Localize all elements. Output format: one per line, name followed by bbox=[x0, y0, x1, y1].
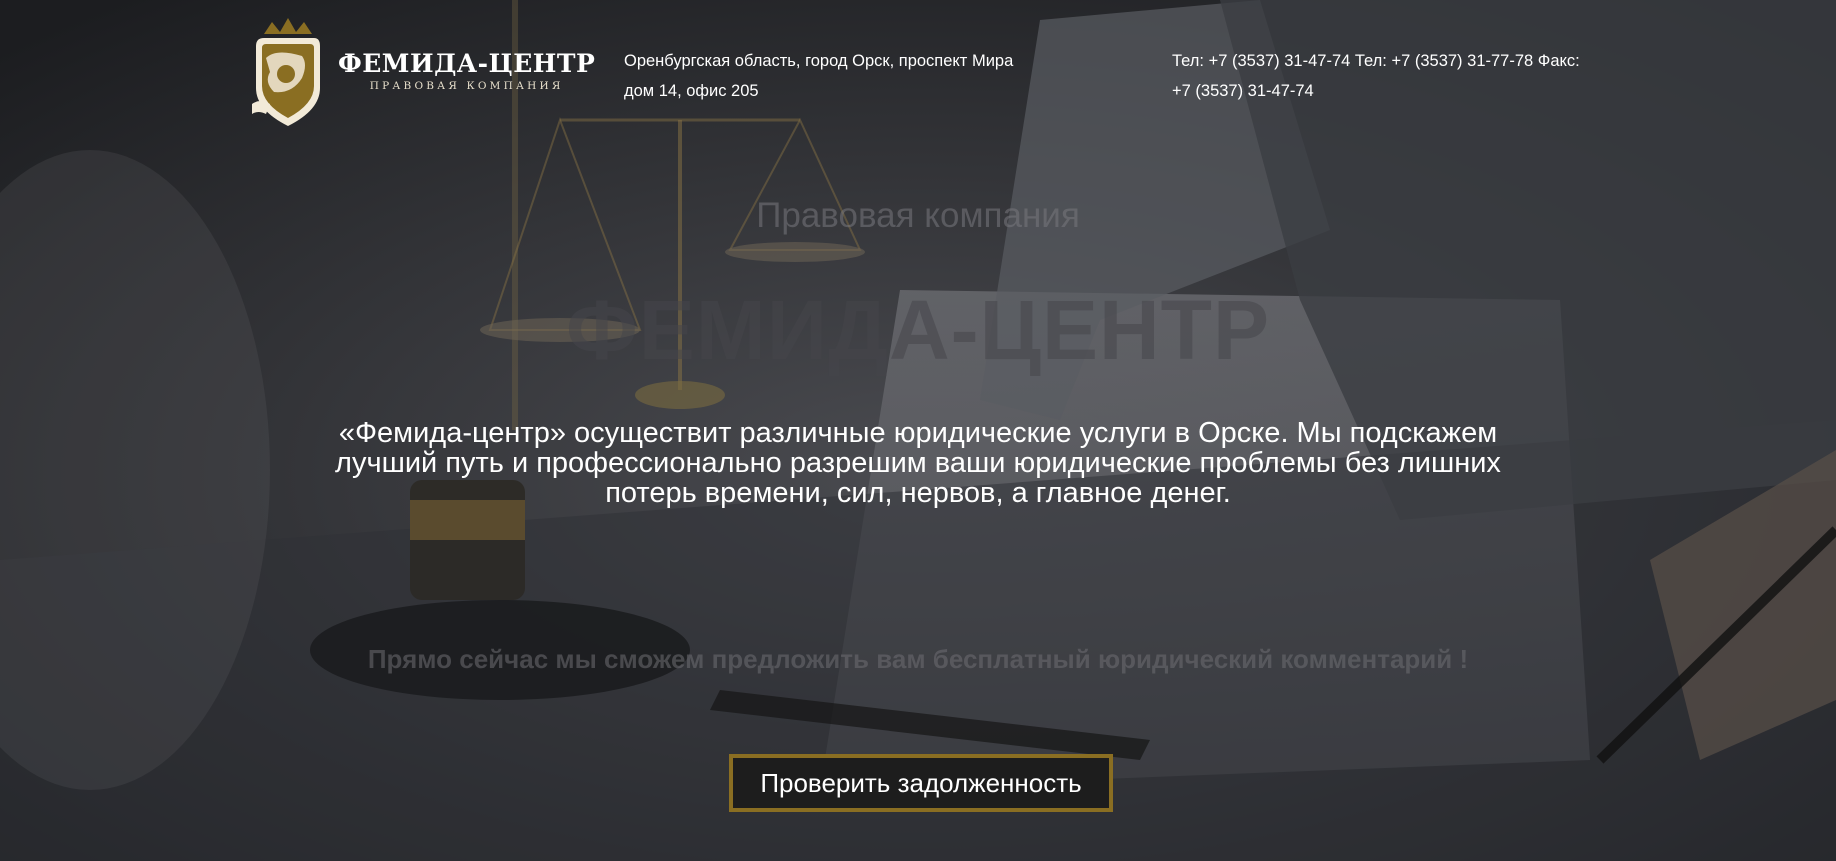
logo-emblem-icon bbox=[252, 18, 320, 126]
logo-name: ФЕМИДА-ЦЕНТР bbox=[338, 48, 596, 78]
description-line-3: потерь времени, сил, нервов, а главное д… bbox=[605, 477, 1231, 509]
company-address: Оренбургская область, город Орск, проспе… bbox=[624, 46, 1064, 106]
hero-description: «Фемида-центр» осуществит различные юрид… bbox=[260, 418, 1576, 508]
hero-title: ФЕМИДА-ЦЕНТР bbox=[566, 283, 1270, 377]
hero-subtitle: Правовая компания bbox=[756, 196, 1080, 235]
address-line-2: дом 14, офис 205 bbox=[624, 82, 759, 100]
site-header: ФЕМИДА-ЦЕНТР ПРАВОВАЯ КОМПАНИЯ Оренбургс… bbox=[0, 0, 1836, 130]
check-debt-button[interactable]: Проверить задолженность bbox=[729, 754, 1113, 812]
company-contacts: Тел: +7 (3537) 31-47-74 Тел: +7 (3537) 3… bbox=[1172, 46, 1592, 106]
logo-tagline: ПРАВОВАЯ КОМПАНИЯ bbox=[369, 79, 564, 92]
contacts-line-1[interactable]: Тел: +7 (3537) 31-47-74 Тел: +7 (3537) 3… bbox=[1172, 46, 1592, 76]
description-line-1: «Фемида-центр» осуществит различные юрид… bbox=[338, 417, 1498, 449]
contacts-line-2[interactable]: +7 (3537) 31-47-74 bbox=[1172, 76, 1592, 106]
company-logo[interactable]: ФЕМИДА-ЦЕНТР ПРАВОВАЯ КОМПАНИЯ bbox=[246, 18, 595, 128]
description-line-2: лучший путь и профессионально разрешим в… bbox=[335, 447, 1501, 479]
address-line-1: Оренбургская область, город Орск, проспе… bbox=[624, 52, 1014, 70]
hero-offer-text: Прямо сейчас мы сможем предложить вам бе… bbox=[367, 644, 1469, 674]
